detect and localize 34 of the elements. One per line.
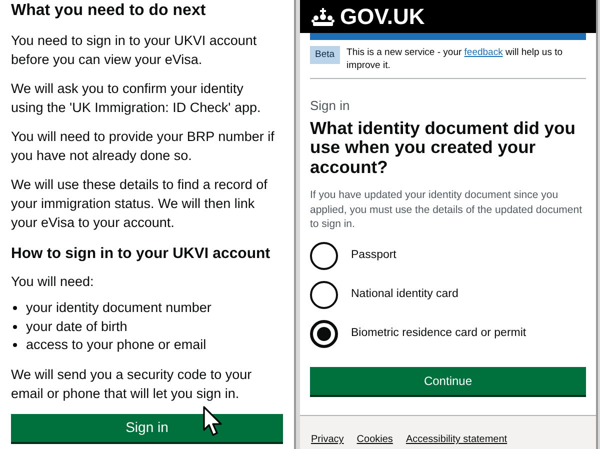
paragraph: We will send you a security code to your email or phone that will let you sign in. (11, 366, 253, 402)
radio-label: Passport (351, 248, 396, 263)
hint-text: If you have updated your identity document since you applied, you must use the details of the updated document to sign in. (310, 188, 584, 232)
banner-text: This is a new service - your feedback will help us to improve it. (346, 46, 564, 72)
cursor-icon (202, 406, 224, 438)
paragraph: We will ask you to confirm your identity using the 'UK Immigration: ID Check' app. (11, 80, 262, 117)
feedback-link[interactable]: feedback (464, 47, 503, 58)
radio-button[interactable] (310, 320, 338, 348)
footer-link[interactable]: Accessibility statement (406, 432, 508, 447)
paragraph: We will use these details to find a record of your immigration status. We will then link your eVisa to your account. (11, 176, 268, 232)
radio-label: National identity card (351, 286, 458, 302)
footer-link[interactable]: Cookies (356, 432, 393, 447)
logo-text: GOV.UK (340, 6, 425, 28)
paragraph: You need to sign in to your UKVI account before you can view your eVisa. (11, 32, 258, 69)
paragraph: You will need: (11, 273, 95, 291)
list-item: your date of birth (26, 318, 128, 336)
radio-label: Biometric residence card or permit (351, 326, 526, 341)
beta-tag: Beta (310, 46, 340, 64)
list-item: access to your phone or email (26, 336, 206, 354)
question-heading: What identity document did you use when you created your account? (310, 118, 576, 177)
bullet-icon (13, 324, 17, 329)
bullet-icon (13, 306, 17, 310)
section-heading: What you need to do next (11, 1, 207, 21)
list-item: your identity document number (26, 299, 212, 317)
radio-button[interactable] (310, 280, 338, 308)
paragraph: You will need to provide your BRP number if you have not already done so. (11, 128, 276, 165)
bullet-icon (13, 343, 17, 348)
caption: Sign in (310, 97, 351, 115)
footer-link[interactable]: Privacy (311, 432, 344, 447)
section-heading: How to sign in to your UKVI account (11, 244, 272, 264)
sign-in-button[interactable]: Sign in (11, 414, 283, 442)
continue-button[interactable]: Continue (310, 366, 586, 394)
crown-icon (311, 6, 335, 26)
radio-button[interactable] (310, 242, 338, 270)
